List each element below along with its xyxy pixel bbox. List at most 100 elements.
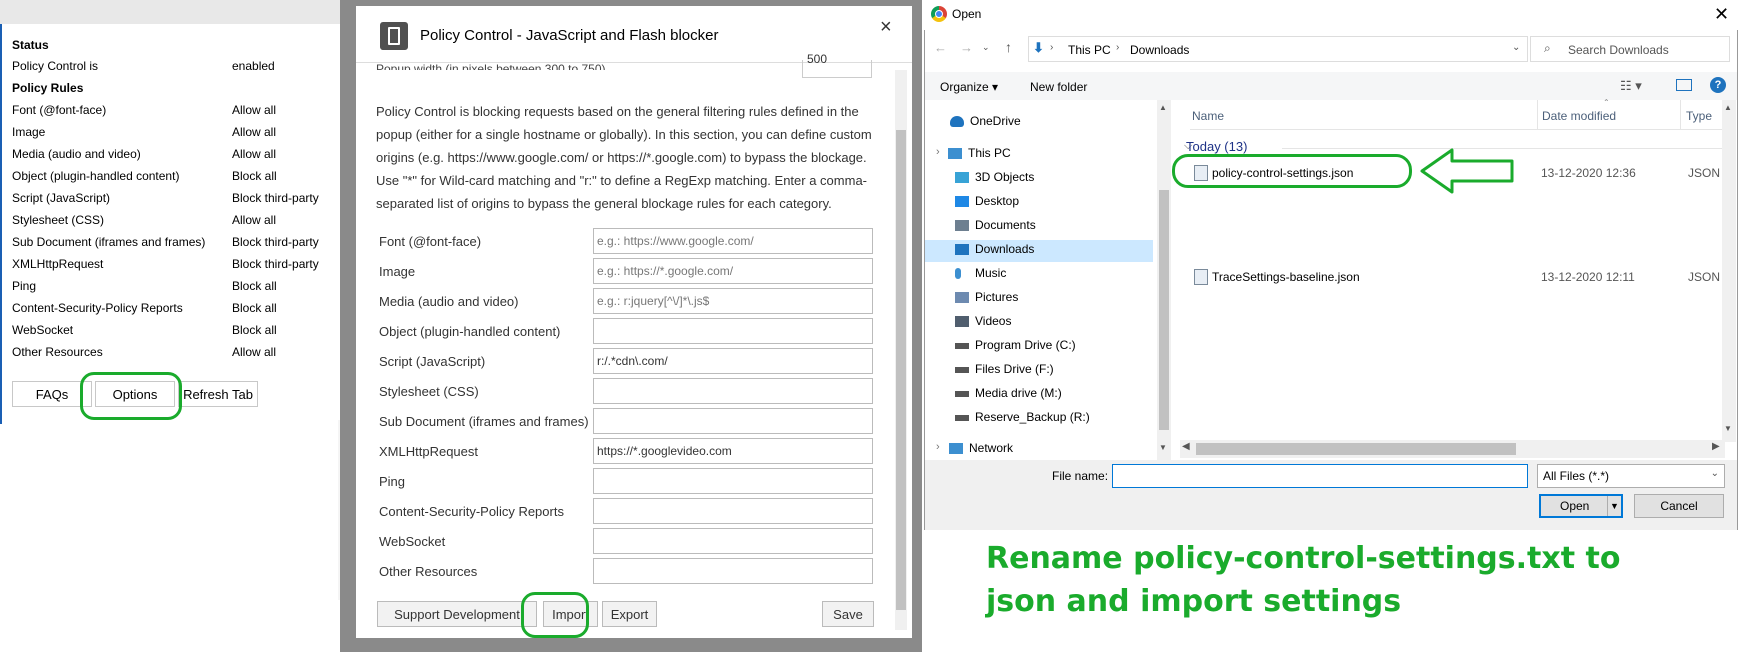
chevron-right-icon: › — [1050, 42, 1054, 53]
file-name-input[interactable] — [1112, 464, 1528, 488]
nav-item[interactable]: 3D Objects — [975, 170, 1034, 184]
pictures-icon — [955, 292, 969, 303]
horizontal-scrollbar-thumb[interactable] — [1196, 443, 1516, 455]
nav-item[interactable]: Reserve_Backup (R:) — [975, 410, 1090, 424]
breadcrumb-this-pc[interactable]: This PC — [1068, 43, 1111, 57]
popup-width-label: Popup width (in pixels between 300 to 75… — [376, 62, 606, 70]
nav-item[interactable]: OneDrive — [970, 114, 1021, 128]
rule-label: Ping — [12, 279, 37, 293]
scroll-right-icon[interactable]: ▶ — [1712, 441, 1720, 452]
column-name[interactable]: Name — [1192, 109, 1224, 123]
rule-value[interactable]: Allow all — [232, 125, 276, 139]
file-name[interactable]: TraceSettings-baseline.json — [1212, 270, 1360, 284]
rule-value[interactable]: Allow all — [232, 147, 276, 161]
forward-icon[interactable]: → — [960, 40, 973, 55]
popup-width-input[interactable]: 500 — [802, 52, 872, 78]
close-icon[interactable]: ✕ — [1714, 4, 1729, 25]
dialog-title: Open — [952, 7, 982, 21]
help-icon[interactable]: ? — [1710, 77, 1726, 93]
field-label: Image — [379, 264, 416, 279]
scroll-up-icon[interactable]: ▲ — [1724, 103, 1732, 112]
scroll-down-icon[interactable]: ▼ — [1724, 424, 1732, 433]
nav-item[interactable]: Pictures — [975, 290, 1018, 304]
nav-item[interactable]: Desktop — [975, 194, 1019, 208]
open-button[interactable]: Open ▼ — [1539, 494, 1623, 518]
close-icon[interactable]: × — [880, 16, 892, 39]
nav-item[interactable]: Network — [969, 441, 1013, 455]
refresh-tab-button[interactable]: Refresh Tab — [178, 381, 258, 407]
up-icon[interactable]: ↑ — [1005, 39, 1012, 55]
field-input[interactable] — [593, 378, 873, 404]
nav-item[interactable]: Files Drive (F:) — [975, 362, 1054, 376]
rule-value[interactable]: Block third-party — [232, 257, 319, 271]
field-input[interactable]: e.g.: https://*.google.com/ — [593, 258, 873, 284]
field-label: XMLHttpRequest — [379, 444, 478, 459]
nav-item[interactable]: Videos — [975, 314, 1011, 328]
field-input[interactable] — [593, 318, 873, 344]
nav-item[interactable]: Downloads — [975, 242, 1034, 256]
address-dropdown-icon[interactable]: ⌄ — [1512, 42, 1520, 53]
expand-chevron-icon[interactable]: › — [936, 146, 940, 158]
field-input[interactable] — [593, 528, 873, 554]
field-label: Object (plugin-handled content) — [379, 324, 561, 339]
json-file-icon — [1194, 269, 1208, 285]
field-input[interactable] — [593, 408, 873, 434]
rule-value[interactable]: Block all — [232, 323, 277, 337]
group-header-today[interactable]: Today (13) — [1186, 139, 1247, 154]
modal-scrollbar-thumb[interactable] — [896, 130, 906, 610]
nav-item[interactable]: Program Drive (C:) — [975, 338, 1076, 352]
rule-label: Script (JavaScript) — [12, 191, 111, 205]
rule-value[interactable]: Block all — [232, 279, 277, 293]
scroll-up-icon[interactable]: ▲ — [1159, 103, 1167, 112]
recent-dropdown-icon[interactable]: ⌄ — [982, 42, 990, 53]
field-input[interactable]: e.g.: r:jquery[^\/]*\.js$ — [593, 288, 873, 314]
back-icon[interactable]: ← — [934, 40, 947, 55]
file-list-header — [1190, 100, 1730, 130]
new-folder-button[interactable]: New folder — [1030, 80, 1087, 94]
preview-pane-icon[interactable] — [1676, 79, 1692, 91]
nav-item[interactable]: This PC — [968, 146, 1011, 160]
open-dropdown-icon[interactable]: ▼ — [1607, 496, 1621, 516]
nav-scrollbar-thumb[interactable] — [1159, 190, 1169, 430]
nav-item[interactable]: Media drive (M:) — [975, 386, 1062, 400]
field-input[interactable] — [593, 498, 873, 524]
cancel-button[interactable]: Cancel — [1634, 494, 1724, 518]
field-label: Ping — [379, 474, 406, 489]
rule-label: Sub Document (iframes and frames) — [12, 235, 206, 249]
file-type: JSON Fi — [1688, 166, 1724, 180]
save-button[interactable]: Save — [822, 601, 874, 627]
expand-chevron-icon[interactable]: › — [936, 441, 940, 453]
field-input[interactable] — [593, 558, 873, 584]
scroll-left-icon[interactable]: ◀ — [1182, 441, 1190, 452]
file-list-scrollbar[interactable] — [1722, 100, 1736, 442]
popup-left-border — [0, 24, 2, 424]
nav-item[interactable]: Documents — [975, 218, 1036, 232]
field-input[interactable]: r:/.*cdn\.com/ — [593, 348, 873, 374]
rule-value[interactable]: Block third-party — [232, 235, 319, 249]
rule-label: Content-Security-Policy Reports — [12, 301, 183, 315]
desktop-icon — [955, 196, 969, 207]
drive-icon — [955, 391, 969, 397]
breadcrumb-downloads[interactable]: Downloads — [1130, 43, 1189, 57]
field-input[interactable]: e.g.: https://www.google.com/ — [593, 228, 873, 254]
scroll-down-icon[interactable]: ▼ — [1159, 443, 1167, 452]
music-icon — [955, 268, 961, 279]
column-type[interactable]: Type — [1686, 109, 1712, 123]
export-button[interactable]: Export — [602, 601, 657, 627]
rule-value[interactable]: Block all — [232, 301, 277, 315]
rule-value[interactable]: Allow all — [232, 103, 276, 117]
nav-item[interactable]: Music — [975, 266, 1006, 280]
support-development-button[interactable]: Support Development — [377, 601, 537, 627]
rule-value[interactable]: Block third-party — [232, 191, 319, 205]
field-input[interactable] — [593, 468, 873, 494]
rule-value[interactable]: Allow all — [232, 345, 276, 359]
rule-value[interactable]: Block all — [232, 169, 277, 183]
rule-value[interactable]: Allow all — [232, 213, 276, 227]
file-type-filter[interactable]: All Files (*.*) ⌄ — [1537, 464, 1725, 488]
view-options-icon[interactable]: ☷ ▾ — [1620, 78, 1642, 94]
organize-button[interactable]: Organize ▾ — [940, 80, 998, 94]
rule-label: Image — [12, 125, 46, 139]
videos-icon — [955, 316, 969, 327]
field-input[interactable]: https://*.googlevideo.com — [593, 438, 873, 464]
column-date-modified[interactable]: Date modified — [1542, 109, 1616, 123]
